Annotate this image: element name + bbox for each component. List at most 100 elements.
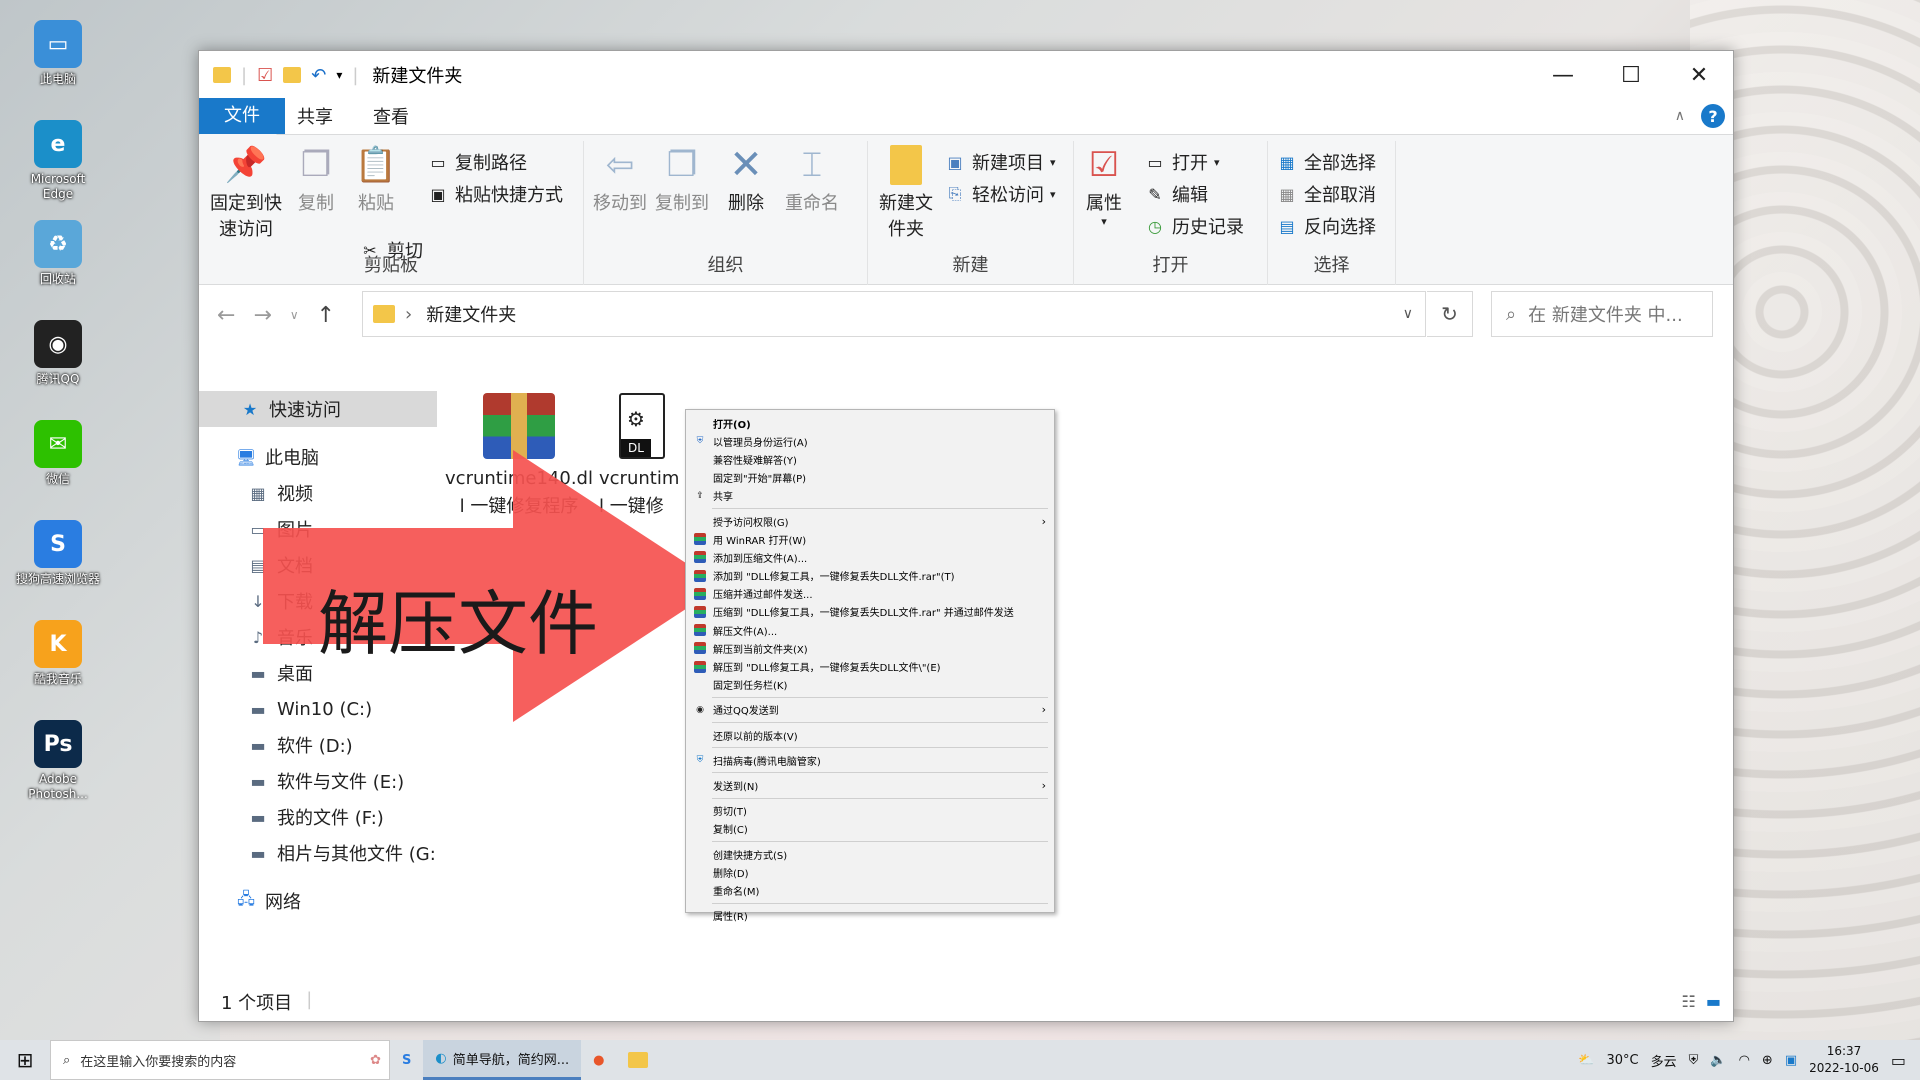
properties-button[interactable]: ☑ 属性 ▾: [1082, 145, 1126, 227]
nav-item[interactable]: ▬ 相片与其他文件 (G:: [199, 835, 439, 871]
desktop-icon[interactable]: ✉ 微信: [14, 420, 102, 515]
weather-temp[interactable]: 30°C: [1606, 1053, 1638, 1068]
nav-item[interactable]: ▬ 我的文件 (F:): [199, 799, 439, 835]
context-menu-item[interactable]: ⇪ 共享: [686, 487, 1054, 505]
invert-selection-button[interactable]: ▤ 反向选择: [1276, 211, 1376, 241]
context-menu-item[interactable]: 重命名(M): [686, 881, 1054, 899]
recent-dropdown-icon[interactable]: ∨: [290, 308, 299, 322]
details-view-icon[interactable]: ☷: [1682, 992, 1696, 1011]
context-menu-item[interactable]: 创建快捷方式(S): [686, 845, 1054, 863]
context-menu-item[interactable]: 打开(O): [686, 414, 1054, 432]
context-menu-item[interactable]: 固定到任务栏(K): [686, 676, 1054, 694]
pin-quick-access-button[interactable]: 📌 固定到快速访问: [207, 145, 285, 243]
delete-button[interactable]: ✕ 删除: [724, 145, 768, 217]
context-menu-item[interactable]: 固定到"开始"屏幕(P): [686, 469, 1054, 487]
easy-access-button[interactable]: ⎘ 轻松访问 ▾: [944, 179, 1056, 209]
desktop-icon[interactable]: S 搜狗高速浏览器: [14, 520, 102, 615]
maximize-button[interactable]: ☐: [1597, 51, 1665, 99]
properties-check-icon[interactable]: ☑: [257, 65, 273, 86]
context-menu-item[interactable]: 添加到 "DLL修复工具，一键修复丢失DLL文件.rar"(T): [686, 567, 1054, 585]
context-menu-item[interactable]: 压缩并通过邮件发送...: [686, 585, 1054, 603]
desktop-icon[interactable]: ◉ 腾讯QQ: [14, 320, 102, 415]
new-folder-button[interactable]: 新建文件夹: [876, 145, 936, 243]
move-to-button[interactable]: ⇦ 移动到: [592, 145, 648, 217]
address-bar[interactable]: › 新建文件夹 ∨: [362, 291, 1426, 337]
tab-view[interactable]: 查看: [353, 98, 429, 134]
copy-button[interactable]: ❐ 复制: [291, 145, 341, 217]
network-icon[interactable]: ◠: [1739, 1053, 1750, 1068]
address-bar-row: ← → ∨ ↑ › 新建文件夹 ∨ ↻ ⌕ 在 新建文件夹 中...: [199, 285, 1733, 345]
tab-file[interactable]: 文件: [199, 98, 285, 134]
select-none-button[interactable]: ▦ 全部取消: [1276, 179, 1376, 209]
open-button[interactable]: ▭ 打开 ▾: [1144, 147, 1219, 177]
history-button[interactable]: ◷ 历史记录: [1144, 211, 1244, 241]
rename-button[interactable]: ⌶ 重命名: [782, 145, 842, 217]
ime-icon[interactable]: ⊕: [1762, 1053, 1773, 1068]
nav-item[interactable]: ▬ 软件与文件 (E:): [199, 763, 439, 799]
context-menu-item[interactable]: 还原以前的版本(V): [686, 726, 1054, 744]
notification-icon[interactable]: ▭: [1891, 1051, 1906, 1070]
weather-icon[interactable]: ⛅: [1578, 1053, 1594, 1068]
select-all-button[interactable]: ▦ 全部选择: [1276, 147, 1376, 177]
taskbar-firefox[interactable]: ●: [581, 1040, 616, 1080]
nav-network[interactable]: 🖧 网络: [199, 883, 439, 919]
taskbar-edge[interactable]: ◐ 简单导航，简约网...: [423, 1040, 582, 1080]
paste-button[interactable]: 📋 粘贴: [351, 145, 401, 217]
context-menu-item[interactable]: 发送到(N) ›: [686, 776, 1054, 794]
clock[interactable]: 16:37 2022-10-06: [1809, 1043, 1879, 1077]
tab-share[interactable]: 共享: [277, 98, 353, 134]
forward-icon[interactable]: →: [253, 303, 271, 328]
nav-quick-access[interactable]: ★ 快速访问: [199, 391, 437, 427]
context-menu-item[interactable]: 删除(D): [686, 863, 1054, 881]
volume-icon[interactable]: 🔈: [1710, 1053, 1726, 1068]
context-menu-item[interactable]: 属性(R): [686, 907, 1054, 925]
customize-dropdown-icon[interactable]: ▾: [336, 68, 342, 82]
new-item-button[interactable]: ▣ 新建项目 ▾: [944, 147, 1055, 177]
desktop-icon[interactable]: ▭ 此电脑: [14, 20, 102, 115]
taskbar-sogou[interactable]: S: [390, 1040, 423, 1080]
context-menu-item[interactable]: 剪切(T): [686, 802, 1054, 820]
collapse-ribbon-icon[interactable]: ∧: [1675, 108, 1685, 124]
context-menu-item[interactable]: 用 WinRAR 打开(W): [686, 530, 1054, 548]
context-menu-item[interactable]: 复制(C): [686, 820, 1054, 838]
taskbar-explorer[interactable]: [616, 1040, 660, 1080]
context-menu-item[interactable]: 授予访问权限(G) ›: [686, 512, 1054, 530]
refresh-button[interactable]: ↻: [1427, 291, 1473, 337]
up-icon[interactable]: ↑: [317, 303, 335, 328]
nav-item[interactable]: ▬ 软件 (D:): [199, 727, 439, 763]
context-menu-item[interactable]: 解压到当前文件夹(X): [686, 639, 1054, 657]
minimize-button[interactable]: —: [1529, 51, 1597, 99]
help-button[interactable]: ?: [1701, 104, 1725, 128]
desktop-icon[interactable]: K 酷我音乐: [14, 620, 102, 715]
desktop-icon[interactable]: ♻ 回收站: [14, 220, 102, 315]
copy-path-button[interactable]: ▭ 复制路径: [427, 147, 527, 177]
taskbar-search[interactable]: ⌕ 在这里输入你要搜索的内容 ✿: [50, 1040, 390, 1080]
context-menu-item[interactable]: 添加到压缩文件(A)...: [686, 548, 1054, 566]
taskbar: ⊞ ⌕ 在这里输入你要搜索的内容 ✿ S ◐ 简单导航，简约网... ● ⛅ 3…: [0, 1040, 1920, 1080]
search-box[interactable]: ⌕ 在 新建文件夹 中...: [1491, 291, 1713, 337]
context-menu-item[interactable]: ⛨ 以管理员身份运行(A): [686, 432, 1054, 450]
back-icon[interactable]: ←: [217, 303, 235, 328]
context-menu-item[interactable]: 压缩到 "DLL修复工具，一键修复丢失DLL文件.rar" 并通过邮件发送: [686, 603, 1054, 621]
context-menu-item[interactable]: 解压到 "DLL修复工具，一键修复丢失DLL文件\"(E): [686, 657, 1054, 675]
start-button[interactable]: ⊞: [0, 1040, 50, 1080]
undo-icon[interactable]: ↶: [311, 65, 326, 86]
address-dropdown-icon[interactable]: ∨: [1403, 306, 1413, 322]
context-menu-item-label: 复制(C): [713, 825, 748, 837]
context-menu-item[interactable]: 兼容性疑难解答(Y): [686, 450, 1054, 468]
new-folder-icon[interactable]: [283, 67, 302, 83]
context-menu-item[interactable]: ◉ 通过QQ发送到 ›: [686, 701, 1054, 719]
security-icon[interactable]: ⛨: [1689, 1053, 1699, 1068]
edit-button[interactable]: ✎ 编辑: [1144, 179, 1208, 209]
context-menu-item[interactable]: 解压文件(A)...: [686, 621, 1054, 639]
weather-desc[interactable]: 多云: [1651, 1051, 1677, 1070]
desktop-icon[interactable]: Ps Adobe Photosh...: [14, 720, 102, 815]
close-button[interactable]: ✕: [1665, 51, 1733, 99]
context-menu-item[interactable]: ⛨ 扫描病毒(腾讯电脑管家): [686, 751, 1054, 769]
group-label-open: 打开: [1152, 255, 1189, 276]
copy-to-button[interactable]: ❐ 复制到: [654, 145, 710, 217]
desktop-icon[interactable]: e Microsoft Edge: [14, 120, 102, 215]
large-icons-view-icon[interactable]: ▬: [1706, 992, 1721, 1011]
search-tray-icon[interactable]: ▣: [1785, 1053, 1797, 1068]
paste-shortcut-button[interactable]: ▣ 粘贴快捷方式: [427, 179, 563, 209]
